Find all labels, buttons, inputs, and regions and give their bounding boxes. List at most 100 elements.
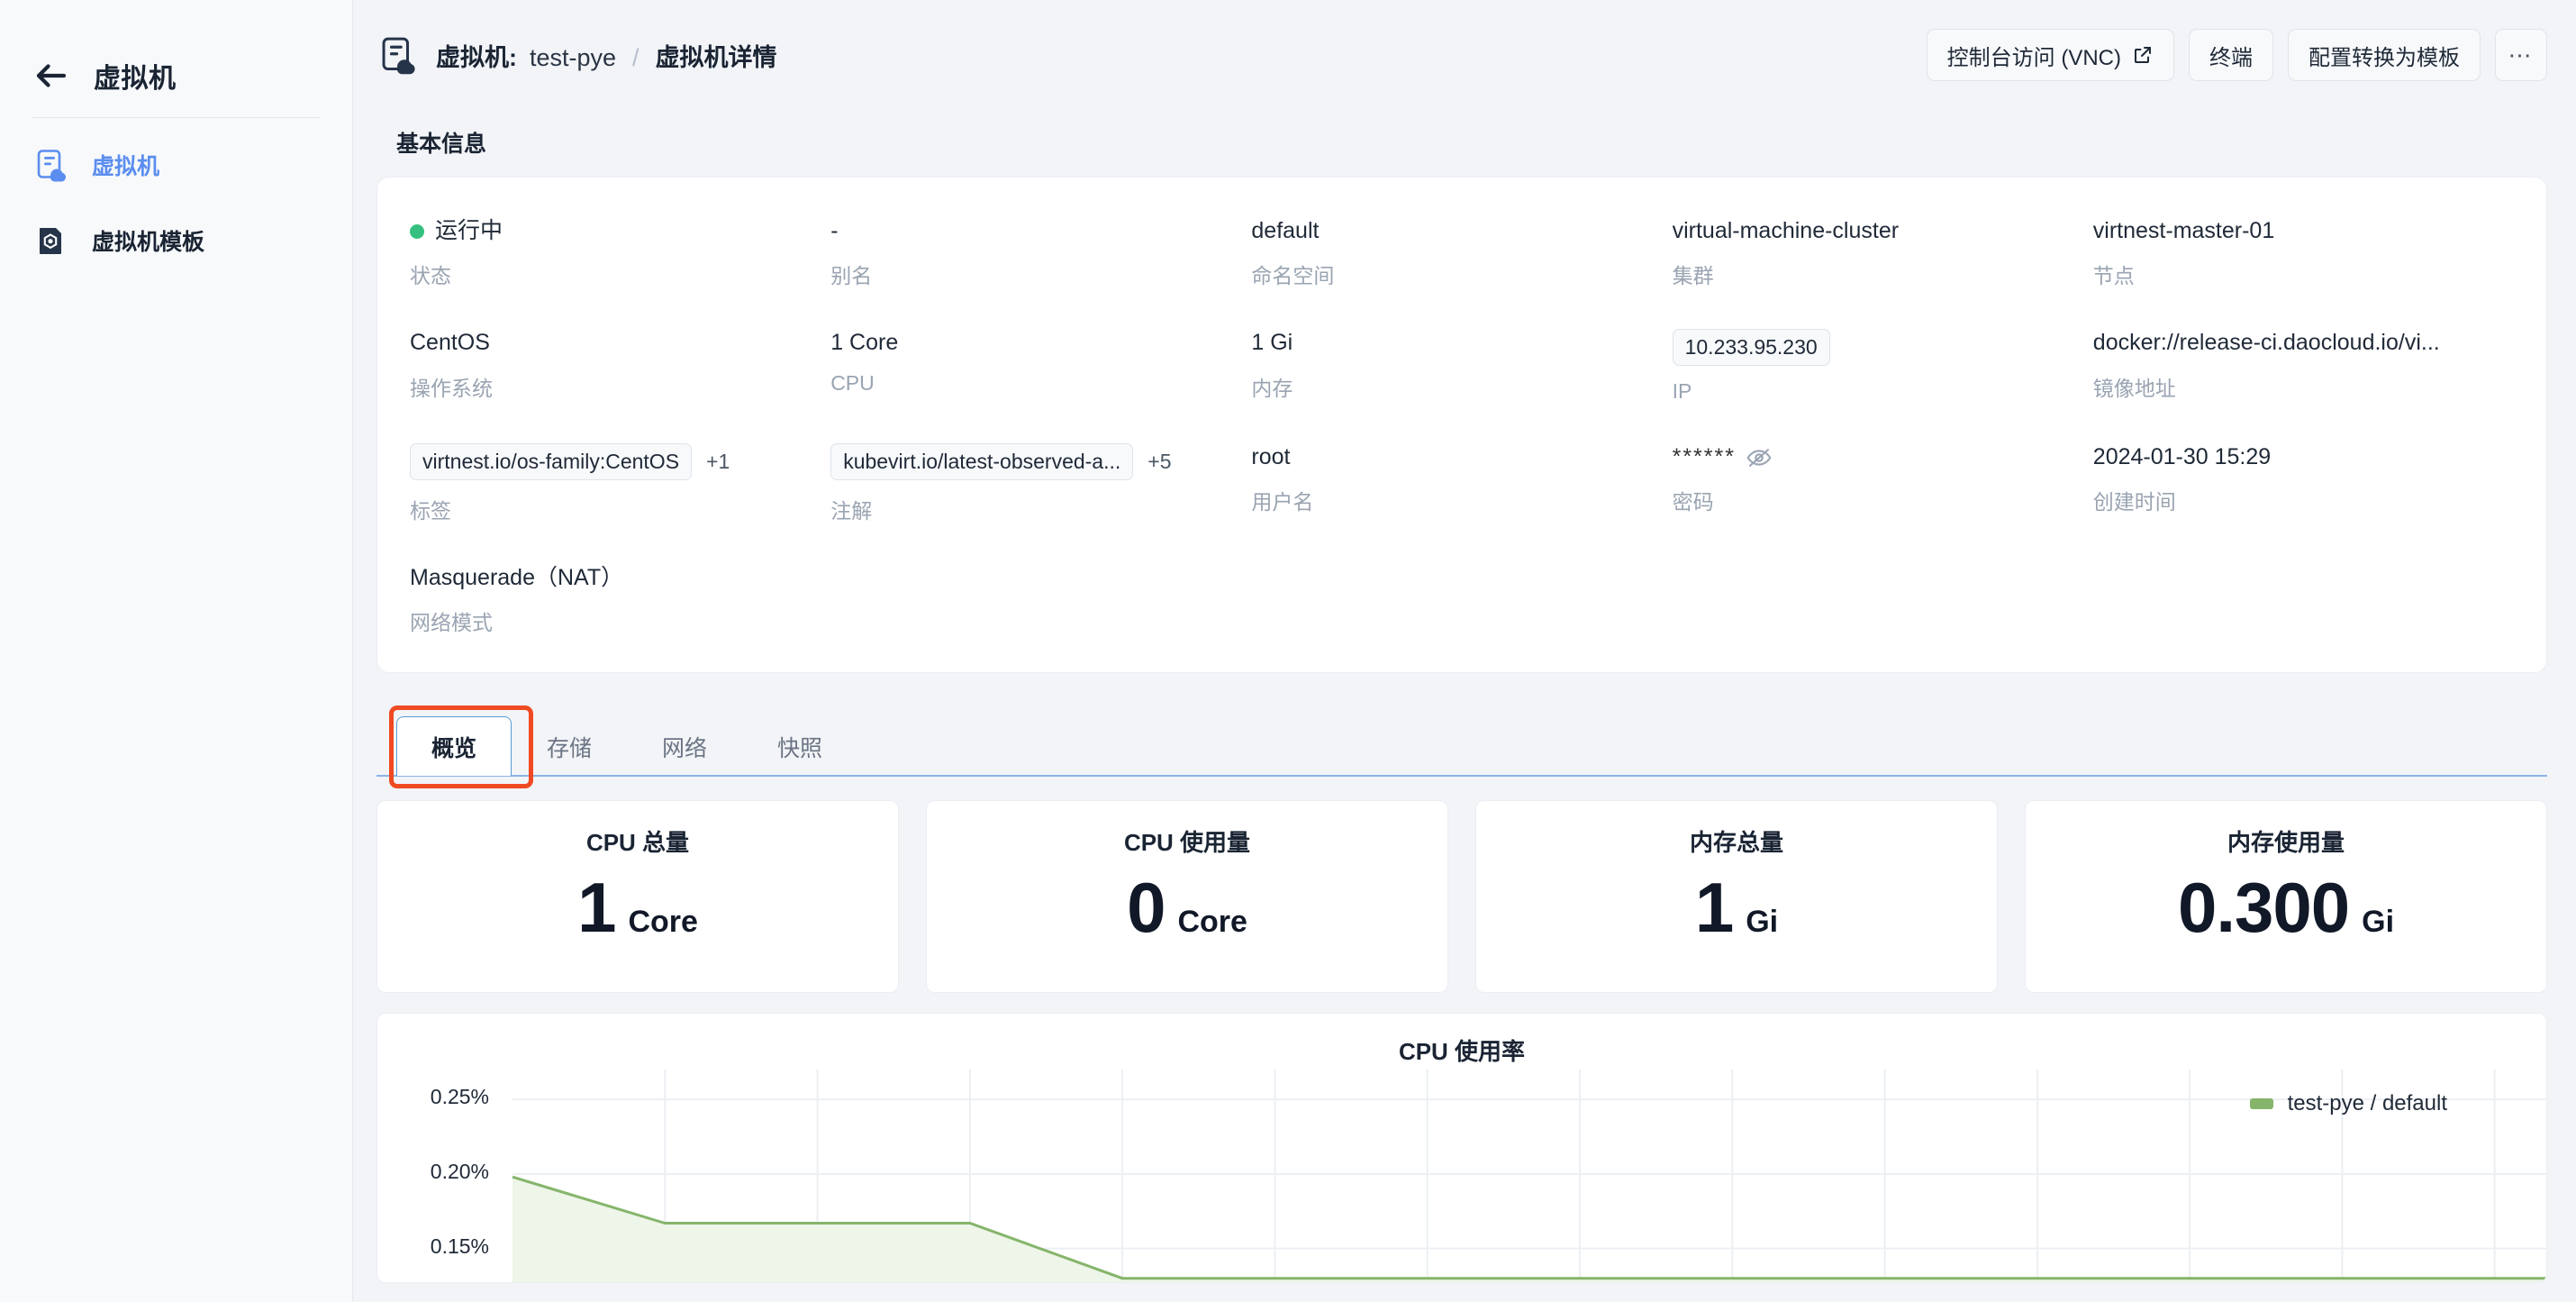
stat-value: 1	[577, 868, 616, 947]
stat-card-cpu-used: CPU 使用量 0 Core	[926, 800, 1448, 993]
vm-template-icon	[32, 223, 68, 259]
sidebar: 虚拟机 虚拟机 虚拟机模板	[0, 0, 353, 1302]
stat-card-memory-used: 内存使用量 0.300 Gi	[2025, 800, 2547, 993]
stat-unit: Gi	[2362, 905, 2395, 939]
chart-y-tick: 0.25%	[430, 1085, 489, 1109]
tab-label: 存储	[547, 735, 593, 761]
ellipsis-icon: ⋯	[2508, 41, 2535, 68]
info-field-cpu: 1 Core CPU	[830, 329, 1251, 404]
info-field-namespace: default 命名空间	[1251, 217, 1672, 289]
info-label: 密码	[1672, 490, 1714, 514]
breadcrumb-current: 虚拟机详情	[655, 43, 777, 71]
info-value: 2024-01-30 15:29	[2092, 444, 2272, 469]
ip-chip[interactable]: 10.233.95.230	[1672, 329, 1830, 366]
basic-info-card: 运行中 状态 - 别名 default 命名空间 virtual-machine…	[376, 177, 2547, 673]
annotation-chip-overflow[interactable]: +5	[1147, 449, 1171, 475]
info-value: virtual-machine-cluster	[1672, 218, 1900, 243]
info-field-memory: 1 Gi 内存	[1251, 329, 1672, 404]
info-value: docker://release-ci.daocloud.io/vi...	[2092, 330, 2440, 356]
sidebar-item-vm-template[interactable]: 虚拟机模板	[0, 212, 352, 269]
info-label: 状态	[410, 264, 451, 288]
info-field-cluster: virtual-machine-cluster 集群	[1673, 217, 2093, 289]
external-link-icon	[2132, 44, 2154, 66]
info-field-image: docker://release-ci.daocloud.io/vi... 镜像…	[2093, 329, 2514, 404]
chart-plot-area: 0.25% 0.20% 0.15%	[377, 1070, 2546, 1282]
vnc-console-button[interactable]: 控制台访问 (VNC)	[1926, 29, 2174, 81]
info-value: 1 Core	[830, 330, 899, 356]
header-actions: 控制台访问 (VNC) 终端 配置转换为模板 ⋯	[1926, 29, 2547, 81]
vm-cloud-icon	[376, 34, 418, 76]
stat-title: CPU 使用量	[1123, 829, 1251, 856]
chart-y-tick: 0.15%	[430, 1234, 489, 1258]
stat-unit: Core	[1177, 905, 1247, 939]
legend-label[interactable]: test-pye / default	[2288, 1091, 2447, 1116]
vm-cloud-icon	[32, 147, 68, 183]
info-label: 注解	[830, 498, 873, 523]
info-field-password: ****** 密码	[1673, 443, 2093, 524]
stat-card-cpu-total: CPU 总量 1 Core	[376, 800, 899, 993]
info-label: 镜像地址	[2092, 376, 2176, 400]
stat-value: 0.300	[2177, 868, 2350, 947]
info-field-username: root 用户名	[1251, 443, 1672, 524]
tab-network[interactable]: 网络	[627, 716, 742, 776]
info-value: 1 Gi	[1251, 330, 1293, 356]
chart-legend: test-pye / default	[2249, 1091, 2447, 1116]
breadcrumb-prefix: 虚拟机:	[436, 43, 517, 71]
tab-snapshot[interactable]: 快照	[742, 716, 857, 776]
info-label: 内存	[1251, 376, 1293, 400]
app-root: 虚拟机 虚拟机 虚拟机模板 虚拟机: test-pye / 虚拟机详情 控制台访…	[0, 0, 2576, 1302]
convert-to-template-button[interactable]: 配置转换为模板	[2288, 29, 2481, 81]
info-label: 节点	[2092, 264, 2135, 288]
eye-off-icon[interactable]	[1746, 448, 1772, 468]
chart-title: CPU 使用率	[1398, 1038, 1526, 1065]
stat-value: 0	[1127, 868, 1166, 947]
back-arrow-icon[interactable]	[32, 57, 70, 95]
stat-value: 1	[1694, 868, 1734, 947]
chart-y-tick: 0.20%	[430, 1159, 489, 1183]
info-label: 网络模式	[410, 611, 493, 634]
info-field-status: 运行中 状态	[410, 217, 830, 289]
breadcrumb: 虚拟机: test-pye / 虚拟机详情	[436, 38, 777, 73]
info-field-annotations: kubevirt.io/latest-observed-a... +5 注解	[830, 443, 1251, 524]
tab-overview[interactable]: 概览	[396, 716, 512, 776]
info-value: -	[830, 218, 839, 243]
info-label: 集群	[1672, 264, 1714, 288]
breadcrumb-separator: /	[632, 43, 639, 71]
info-label: 操作系统	[410, 376, 493, 400]
tab-label: 网络	[662, 735, 708, 761]
sidebar-item-vm[interactable]: 虚拟机	[0, 136, 352, 194]
stat-title: 内存使用量	[2227, 829, 2345, 856]
info-field-ip: 10.233.95.230 IP	[1672, 329, 2093, 404]
info-value: CentOS	[410, 330, 490, 356]
stat-title: CPU 总量	[585, 829, 690, 856]
info-field-labels: virtnest.io/os-family:CentOS +1 标签	[410, 443, 830, 524]
basic-info-title: 基本信息	[396, 132, 487, 157]
info-value: 运行中	[435, 218, 503, 243]
status-dot-icon	[410, 223, 424, 239]
chart-svg	[512, 1070, 2546, 1282]
tab-label: 快照	[777, 735, 823, 761]
more-actions-button[interactable]: ⋯	[2495, 29, 2547, 81]
info-value: root	[1251, 444, 1291, 469]
label-chip-overflow[interactable]: +1	[706, 449, 730, 475]
info-label: 命名空间	[1251, 264, 1335, 288]
info-field-alias: - 别名	[830, 217, 1251, 289]
page-content: 基本信息 运行中 状态 - 别名 default 命名空间 virtual-ma…	[353, 126, 2576, 1283]
tab-label: 概览	[431, 735, 477, 761]
terminal-button[interactable]: 终端	[2189, 29, 2273, 81]
terminal-button-label: 终端	[2209, 45, 2253, 70]
info-label: CPU	[830, 370, 875, 395]
info-value: Masquerade（NAT）	[410, 564, 624, 590]
info-field-node: virtnest-master-01 节点	[2093, 217, 2514, 289]
stat-title: 内存总量	[1689, 829, 1783, 856]
stat-card-memory-total: 内存总量 1 Gi	[1475, 800, 1998, 993]
label-chip[interactable]: virtnest.io/os-family:CentOS	[410, 443, 693, 480]
info-label: 用户名	[1251, 490, 1314, 514]
info-field-network-mode: Masquerade（NAT） 网络模式	[410, 564, 830, 636]
legend-swatch	[2249, 1098, 2273, 1109]
breadcrumb-vm-name[interactable]: test-pye	[530, 44, 616, 72]
sidebar-divider	[32, 117, 320, 118]
tabs-container: 概览 存储 网络 快照	[376, 706, 2547, 788]
annotation-chip[interactable]: kubevirt.io/latest-observed-a...	[830, 443, 1134, 480]
tab-storage[interactable]: 存储	[512, 716, 627, 776]
